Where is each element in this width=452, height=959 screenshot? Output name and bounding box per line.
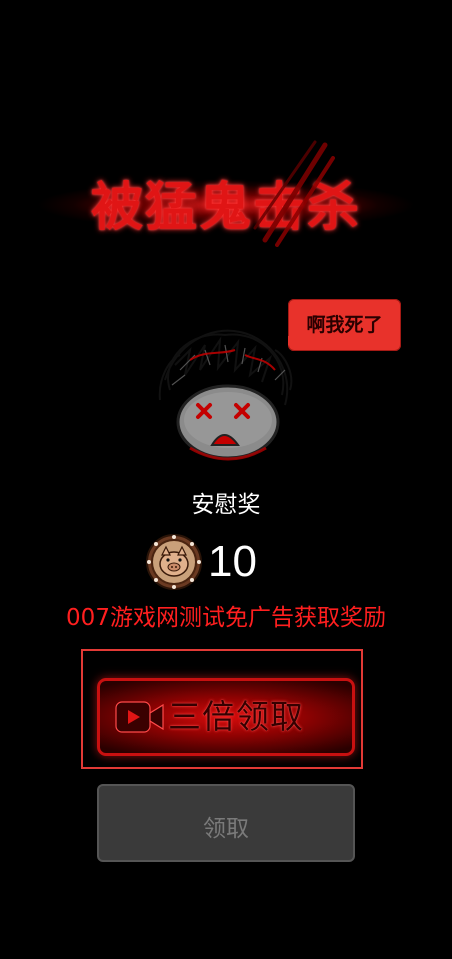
triple-claim-label: 三倍领取 <box>168 697 304 736</box>
page-title: 被猛鬼击杀 <box>90 177 361 238</box>
reward-amount: 10 <box>208 537 257 586</box>
claw-marks-icon <box>253 140 335 247</box>
prize-label: 安慰奖 <box>191 492 261 518</box>
watermark-text: 007游戏网测试免广告获取奖励 <box>66 605 386 631</box>
coin-icon <box>146 534 202 590</box>
dead-character-icon <box>158 329 293 461</box>
speech-bubble-tail <box>288 336 298 346</box>
speech-text: 啊我死了 <box>306 314 383 336</box>
video-icon <box>115 701 164 733</box>
claim-label: 领取 <box>203 816 249 842</box>
